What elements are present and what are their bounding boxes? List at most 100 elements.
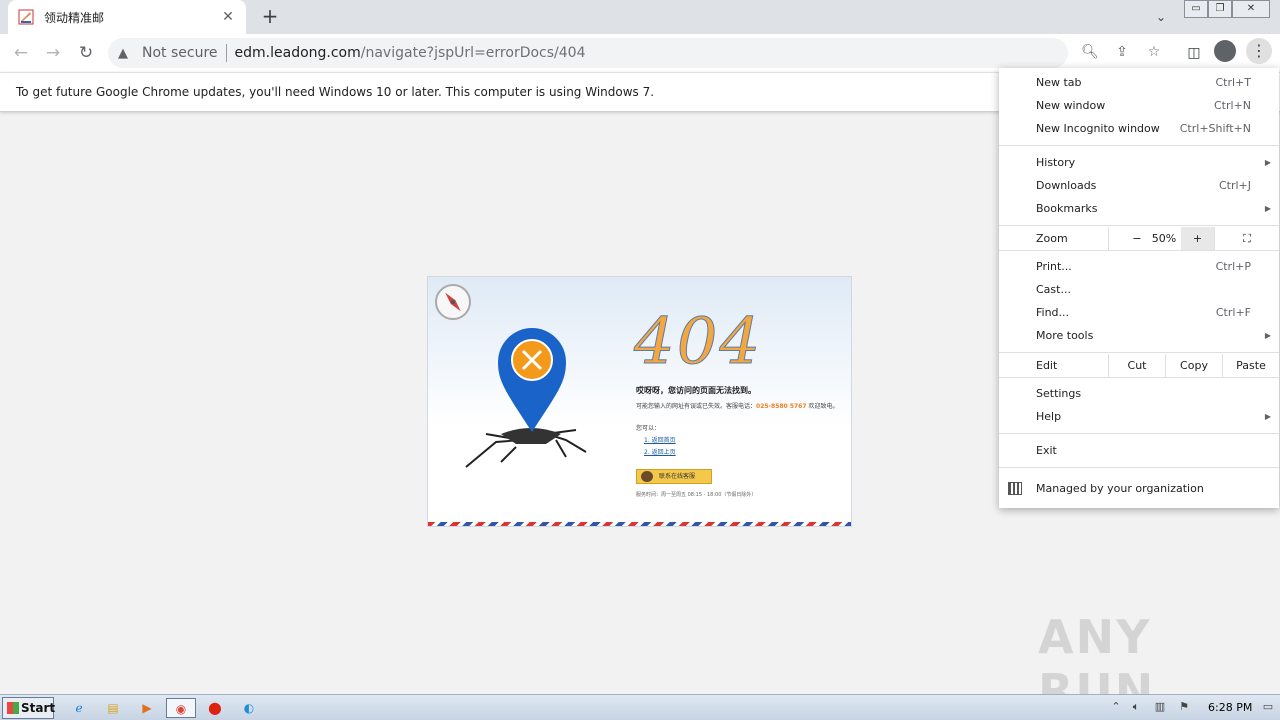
close-window-button[interactable]: ✕	[1232, 0, 1270, 18]
tab-active[interactable]: 领动精准邮 ✕	[8, 0, 246, 34]
airmail-border	[428, 522, 851, 526]
menu-find[interactable]: Find... Ctrl+F	[999, 301, 1279, 324]
ie-icon[interactable]: ℯ	[68, 698, 90, 718]
tab-title: 领动精准邮	[44, 10, 105, 25]
menu-divider	[999, 145, 1279, 146]
menu-zoom-row: Zoom − 50% + ⛶	[999, 227, 1279, 250]
menu-label: Downloads	[1036, 179, 1097, 192]
share-icon[interactable]: ⇪	[1111, 41, 1133, 63]
menu-divider	[999, 433, 1279, 434]
submenu-arrow-icon: ▶	[1264, 331, 1271, 340]
site-favicon-icon	[18, 9, 34, 25]
zoom-icon[interactable]: 🔍︎	[1079, 41, 1101, 63]
menu-divider	[999, 467, 1279, 468]
menu-exit[interactable]: Exit	[999, 439, 1279, 462]
chrome-taskbar-icon[interactable]: ◉	[166, 698, 196, 718]
menu-new-incognito[interactable]: New Incognito window Ctrl+Shift+N	[999, 117, 1279, 140]
taskbar-clock[interactable]: 6:28 PM	[1208, 701, 1252, 714]
windows-taskbar: Start ℯ ▤ ▶ ◉ ⬤ ◐ ⌃ 🔈︎ ▥ ⚑ 6:28 PM ▭	[0, 694, 1280, 720]
error-desc-suffix: 欢迎致电。	[806, 403, 839, 410]
error-desc-text: 可能您输入的网址有误或已失效。客服电话：	[636, 403, 757, 410]
chrome-main-menu: New tab Ctrl+T New window Ctrl+N New Incog…	[999, 68, 1279, 508]
address-bar[interactable]: ▲ Not secure edm.leadong.com/navigate?js…	[108, 38, 1068, 68]
menu-shortcut: Ctrl+Shift+N	[1179, 122, 1251, 135]
new-tab-button[interactable]: +	[258, 5, 282, 29]
menu-label: More tools	[1036, 329, 1094, 342]
edit-cut-button[interactable]: Cut	[1108, 354, 1165, 377]
menu-shortcut: Ctrl+N	[1213, 99, 1251, 112]
edit-copy-button[interactable]: Copy	[1165, 354, 1222, 377]
explorer-icon[interactable]: ▤	[102, 698, 124, 718]
fullscreen-icon[interactable]: ⛶	[1214, 227, 1279, 250]
warning-icon[interactable]: ▲	[118, 46, 136, 61]
menu-label: Bookmarks	[1036, 202, 1098, 215]
menu-label: Edit	[1036, 359, 1058, 372]
menu-new-tab[interactable]: New tab Ctrl+T	[999, 71, 1279, 94]
map-pin-illustration	[465, 328, 587, 468]
tab-close-icon[interactable]: ✕	[220, 9, 236, 25]
agent-avatar-icon	[641, 471, 653, 482]
menu-label: Zoom	[1036, 232, 1068, 245]
action-center-flag-icon[interactable]: ⚑	[1176, 700, 1192, 716]
zoom-in-button[interactable]: +	[1181, 227, 1214, 250]
tab-search-icon[interactable]: ⌄	[1150, 6, 1172, 28]
infobar-message: To get future Google Chrome updates, you…	[16, 85, 655, 99]
building-icon	[1008, 482, 1022, 495]
profile-avatar[interactable]	[1214, 40, 1236, 62]
menu-label: Managed by your organization	[1036, 482, 1204, 495]
menu-divider	[999, 352, 1279, 353]
menu-managed[interactable]: Managed by your organization	[999, 477, 1279, 500]
menu-label: Settings	[1036, 387, 1082, 400]
online-service-label: 联系在线客服	[659, 473, 696, 480]
opera-icon[interactable]: ⬤	[204, 698, 226, 718]
forward-button[interactable]: →	[40, 40, 66, 66]
menu-downloads[interactable]: Downloads Ctrl+J	[999, 174, 1279, 197]
online-service-button[interactable]: 联系在线客服	[636, 469, 712, 484]
edge-icon[interactable]: ◐	[238, 698, 260, 718]
windows-flag-icon	[7, 702, 19, 714]
menu-more-tools[interactable]: More tools ▶	[999, 324, 1279, 347]
menu-new-window[interactable]: New window Ctrl+N	[999, 94, 1279, 117]
network-icon[interactable]: ▥	[1152, 700, 1168, 716]
menu-kebab-icon[interactable]: ⋮	[1246, 38, 1272, 64]
show-desktop-icon[interactable]: ▭	[1260, 700, 1276, 716]
menu-print[interactable]: Print... Ctrl+P	[999, 255, 1279, 278]
back-link[interactable]: 2. 返回上页	[644, 447, 676, 456]
media-player-icon[interactable]: ▶	[136, 698, 158, 718]
back-button[interactable]: ←	[8, 40, 34, 66]
edit-paste-button[interactable]: Paste	[1222, 354, 1279, 377]
menu-history[interactable]: History ▶	[999, 151, 1279, 174]
menu-edit-row: Edit Cut Copy Paste	[999, 354, 1279, 377]
url-path[interactable]: /navigate?jspUrl=errorDocs/404	[361, 45, 586, 61]
volume-icon[interactable]: 🔈︎	[1128, 700, 1144, 716]
menu-label: Print...	[1036, 260, 1072, 273]
compass-icon	[435, 284, 471, 320]
restore-button[interactable]: ❐	[1208, 0, 1232, 18]
tray-expand-icon[interactable]: ⌃	[1108, 700, 1124, 716]
menu-label: Cast...	[1036, 283, 1071, 296]
menu-help[interactable]: Help ▶	[999, 405, 1279, 428]
menu-label: New Incognito window	[1036, 122, 1160, 135]
error-title: 哎呀呀，您访问的页面无法找到。	[636, 386, 756, 395]
start-button[interactable]: Start	[2, 697, 55, 719]
browser-toolbar: ← → ↻ ▲ Not secure edm.leadong.com/navig…	[0, 34, 1280, 72]
bookmark-star-icon[interactable]: ☆	[1143, 41, 1165, 63]
menu-bookmarks[interactable]: Bookmarks ▶	[999, 197, 1279, 220]
url-host[interactable]: edm.leadong.com	[235, 45, 361, 61]
omnibox-divider	[225, 44, 227, 62]
submenu-arrow-icon: ▶	[1264, 158, 1271, 167]
reload-button[interactable]: ↻	[73, 40, 99, 66]
menu-shortcut: Ctrl+P	[1215, 260, 1251, 273]
home-link[interactable]: 1. 返回首页	[644, 435, 676, 444]
submenu-arrow-icon: ▶	[1264, 204, 1271, 213]
menu-cast[interactable]: Cast...	[999, 278, 1279, 301]
service-phone: 025-8580 5767	[756, 403, 807, 410]
menu-label: Exit	[1036, 444, 1057, 457]
minimize-button[interactable]: ▭	[1184, 0, 1208, 18]
security-label[interactable]: Not secure	[142, 45, 218, 61]
menu-shortcut: Ctrl+F	[1215, 306, 1251, 319]
menu-shortcut: Ctrl+T	[1215, 76, 1251, 89]
side-panel-icon[interactable]: ◫	[1181, 40, 1207, 66]
menu-settings[interactable]: Settings	[999, 382, 1279, 405]
menu-label: New window	[1036, 99, 1106, 112]
